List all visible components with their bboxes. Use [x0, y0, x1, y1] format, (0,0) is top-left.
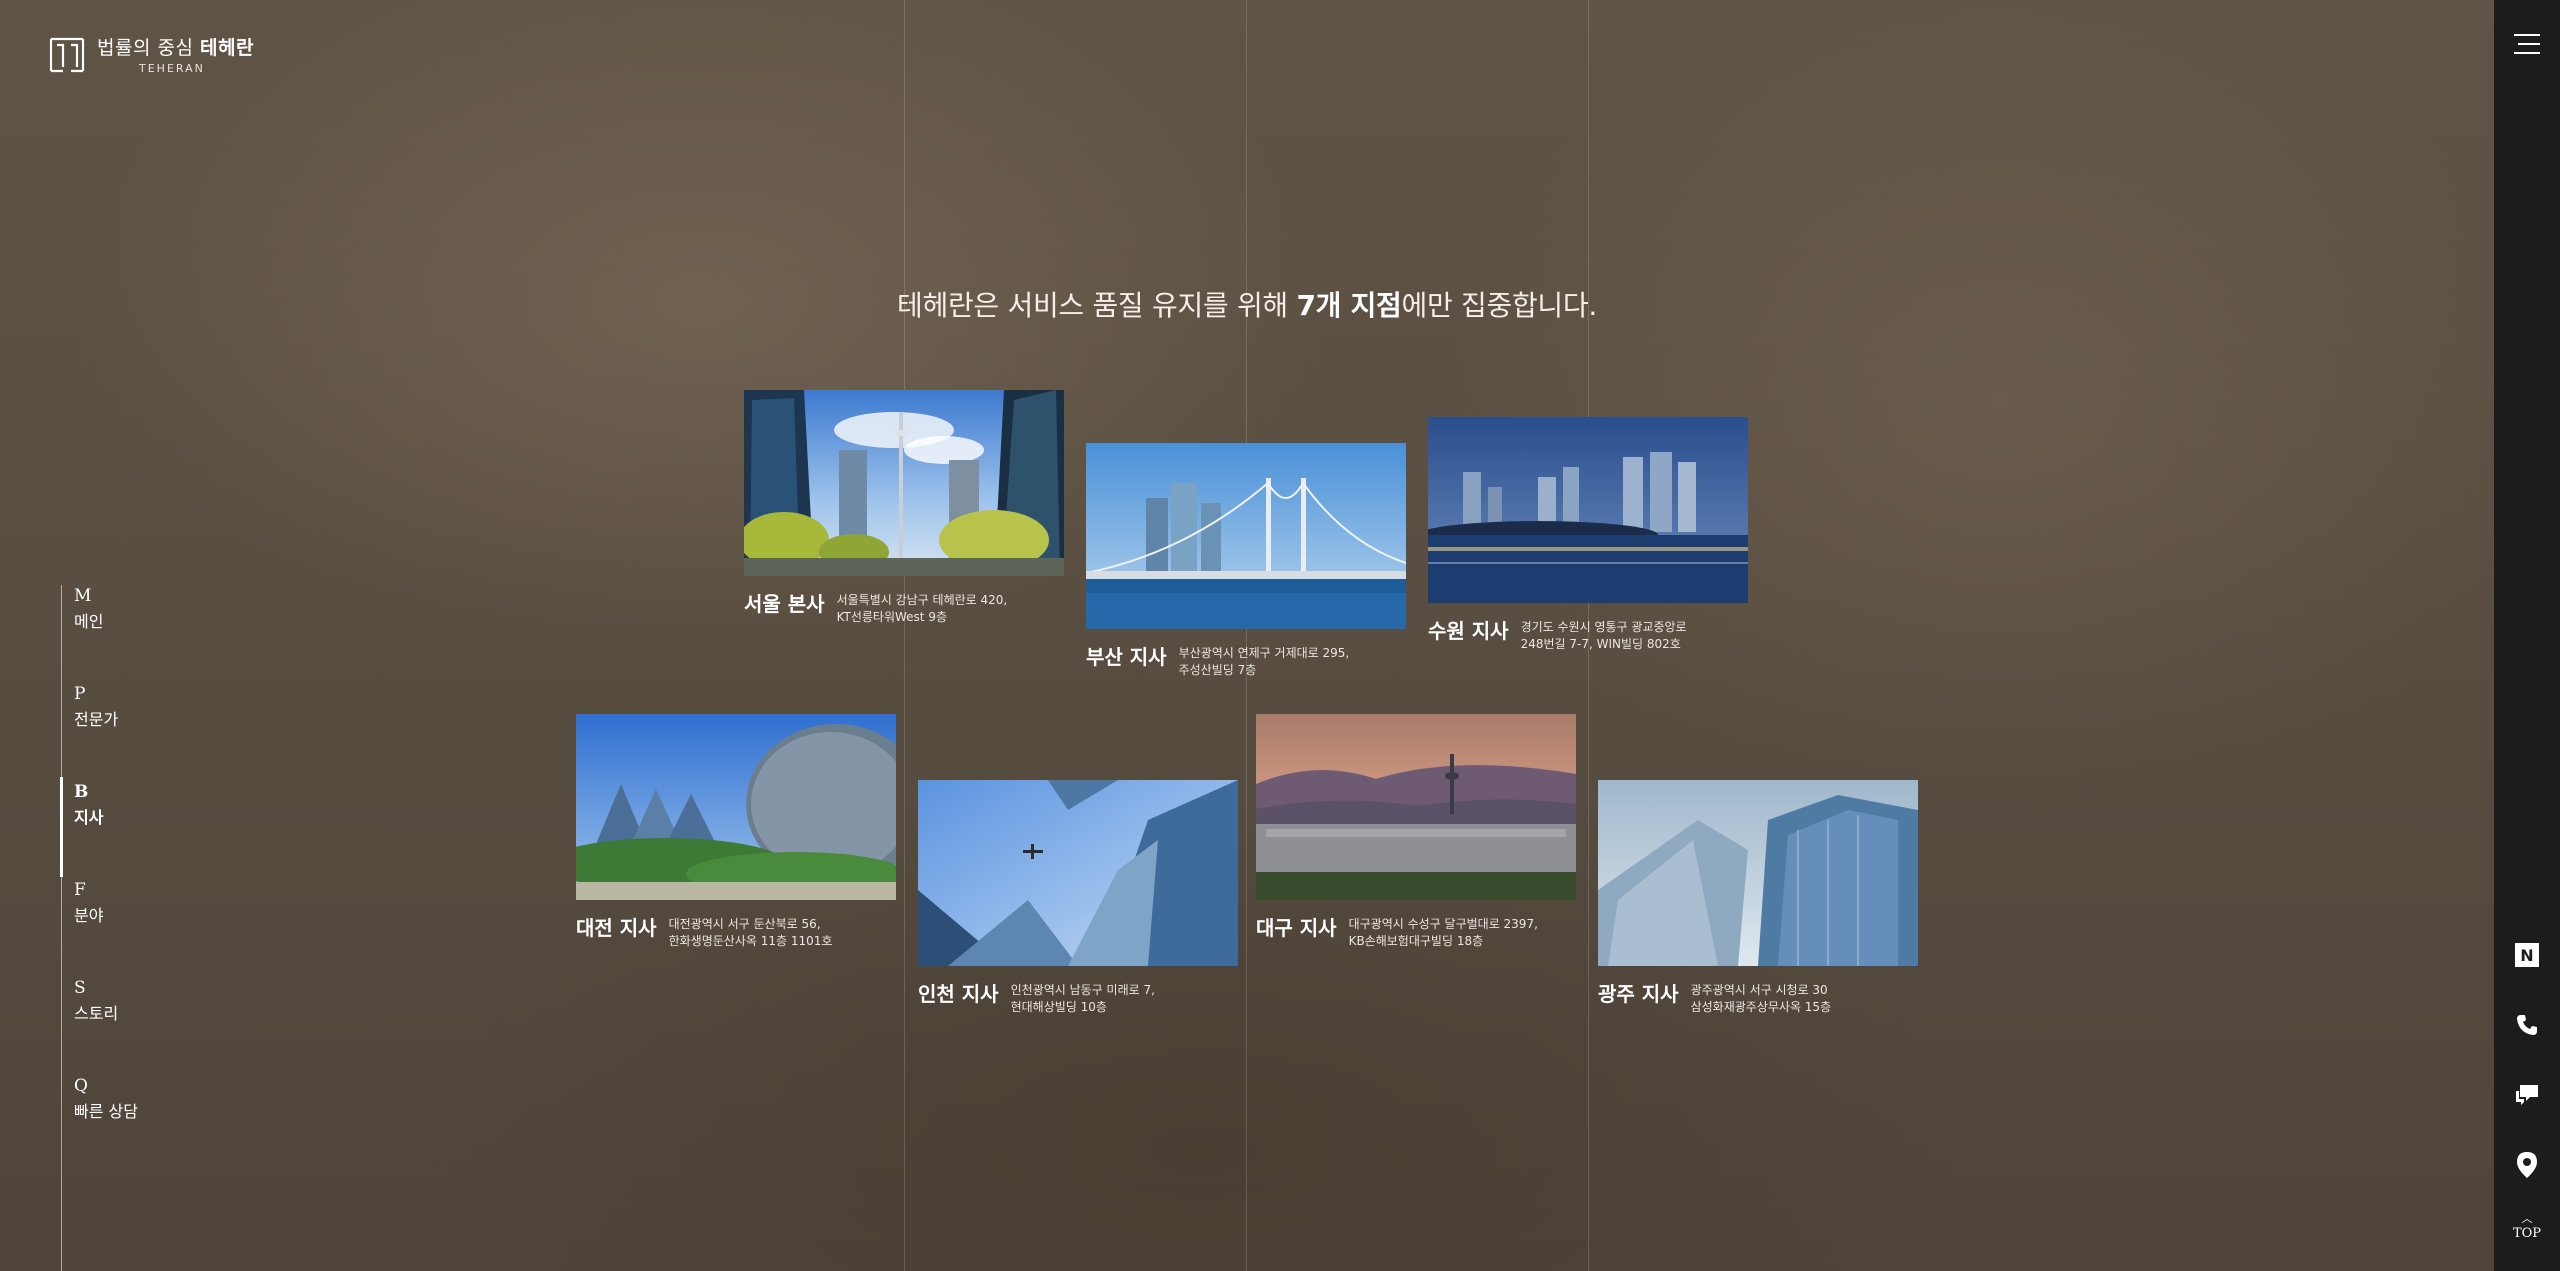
branch-address-line1: 대구광역시 수성구 달구벌대로 2397, [1348, 917, 1538, 931]
logo-subtitle: TEHERAN [139, 62, 205, 75]
branch-address-line2: KT선릉타워West 9층 [836, 610, 947, 624]
branch-photo-incheon [918, 780, 1238, 966]
branch-address: 서울특별시 강남구 테헤란로 420, KT선릉타워West 9층 [837, 592, 1008, 626]
section-headline: 테헤란은 서비스 품질 유지를 위해 7개 지점에만 집중합니다. [0, 284, 2494, 324]
nav-item-experts[interactable]: P 전문가 [61, 683, 118, 767]
branch-name: 서울 본사 [744, 592, 825, 616]
branch-address-line2: 한화생명둔산사옥 11층 1101호 [668, 934, 833, 948]
nav-item-story[interactable]: S 스토리 [61, 977, 118, 1061]
logo-title-light: 법률의 중심 [97, 37, 194, 59]
logo-title: 법률의 중심 테헤란 [97, 33, 254, 60]
headline-text-end: 에만 집중합니다. [1401, 289, 1598, 322]
nav-label: 전문가 [74, 710, 119, 729]
nav-item-quick-consult[interactable]: Q 빠른 상담 [61, 1075, 138, 1159]
branch-name: 수원 지사 [1428, 619, 1509, 643]
naver-blog-icon[interactable]: N [2514, 942, 2540, 968]
branch-address-line2: KB손해보험대구빌딩 18층 [1348, 934, 1484, 948]
top-label: TOP [2512, 1226, 2542, 1241]
branch-address-line1: 대전광역시 서구 둔산북로 56, [668, 917, 821, 931]
branch-photo-seoul [744, 390, 1064, 576]
nav-label: 지사 [74, 808, 104, 827]
branch-card-busan[interactable]: 부산 지사 부산광역시 연제구 거제대로 295, 주성산빌딩 7층 [1086, 443, 1406, 679]
location-pin-icon[interactable] [2514, 1152, 2540, 1178]
chat-icon[interactable] [2514, 1082, 2540, 1108]
branch-address: 대전광역시 서구 둔산북로 56, 한화생명둔산사옥 11층 1101호 [669, 916, 833, 950]
branch-photo-daejeon [576, 714, 896, 900]
branch-address-line2: 주성산빌딩 7층 [1178, 663, 1257, 677]
svg-text:N: N [2520, 946, 2533, 965]
guide-line [904, 0, 905, 1271]
branch-card-seoul[interactable]: 서울 본사 서울특별시 강남구 테헤란로 420, KT선릉타워West 9층 [744, 390, 1064, 626]
branch-address-line1: 광주광역시 서구 시청로 30 [1690, 983, 1828, 997]
branch-name: 부산 지사 [1086, 645, 1167, 669]
scroll-top-button[interactable]: ︿ TOP [2494, 1212, 2560, 1241]
branch-address-line2: 현대해상빌딩 10층 [1010, 1000, 1107, 1014]
branch-address-line1: 서울특별시 강남구 테헤란로 420, [836, 593, 1008, 607]
nav-letter: Q [74, 1076, 88, 1096]
logo-mark-icon [49, 37, 85, 73]
logo[interactable]: 법률의 중심 테헤란 TEHERAN [49, 33, 254, 75]
branch-card-suwon[interactable]: 수원 지사 경기도 수원시 영통구 광교중앙로 248번길 7-7, WIN빌딩… [1428, 417, 1748, 653]
nav-letter: F [74, 880, 86, 900]
branch-card-gwangju[interactable]: 광주 지사 광주광역시 서구 시청로 30 삼성화재광주상무사옥 15층 [1598, 780, 1918, 1016]
branch-photo-busan [1086, 443, 1406, 629]
nav-label: 메인 [74, 612, 104, 631]
branch-address: 인천광역시 남동구 미래로 7, 현대해상빌딩 10층 [1011, 982, 1155, 1016]
nav-label: 분야 [74, 906, 104, 925]
chevron-up-icon: ︿ [2521, 1212, 2533, 1225]
headline-text: 테헤란은 서비스 품질 유지를 위해 [897, 289, 1297, 322]
branch-address: 대구광역시 수성구 달구벌대로 2397, KB손해보험대구빌딩 18층 [1349, 916, 1538, 950]
branch-name: 대구 지사 [1256, 916, 1337, 940]
nav-item-main[interactable]: M 메인 [61, 585, 103, 669]
branch-card-incheon[interactable]: 인천 지사 인천광역시 남동구 미래로 7, 현대해상빌딩 10층 [918, 780, 1238, 1016]
nav-label: 스토리 [74, 1004, 119, 1023]
logo-title-bold: 테헤란 [200, 37, 254, 59]
branch-address-line1: 경기도 수원시 영통구 광교중앙로 [1520, 620, 1687, 634]
phone-icon[interactable] [2514, 1012, 2540, 1038]
branch-name: 대전 지사 [576, 916, 657, 940]
branch-photo-daegu [1256, 714, 1576, 900]
branch-address: 광주광역시 서구 시청로 30 삼성화재광주상무사옥 15층 [1691, 982, 1832, 1016]
headline-highlight: 7개 지점 [1296, 289, 1402, 322]
nav-letter: S [74, 978, 86, 998]
branch-photo-gwangju [1598, 780, 1918, 966]
branch-address-line2: 삼성화재광주상무사옥 15층 [1690, 1000, 1832, 1014]
nav-label: 빠른 상담 [74, 1102, 138, 1121]
nav-letter: B [74, 782, 89, 802]
menu-icon[interactable] [2514, 34, 2540, 56]
branch-address-line2: 248번길 7-7, WIN빌딩 802호 [1520, 637, 1681, 651]
nav-item-fields[interactable]: F 분야 [61, 879, 103, 963]
branch-address-line1: 인천광역시 남동구 미래로 7, [1010, 983, 1155, 997]
branch-name: 광주 지사 [1598, 982, 1679, 1006]
right-quick-bar: N ︿ TOP [2494, 0, 2560, 1271]
branch-photo-suwon [1428, 417, 1748, 603]
branch-card-daegu[interactable]: 대구 지사 대구광역시 수성구 달구벌대로 2397, KB손해보험대구빌딩 1… [1256, 714, 1576, 950]
branch-address: 부산광역시 연제구 거제대로 295, 주성산빌딩 7층 [1179, 645, 1350, 679]
branch-address: 경기도 수원시 영통구 광교중앙로 248번길 7-7, WIN빌딩 802호 [1521, 619, 1687, 653]
nav-letter: M [74, 586, 92, 606]
branch-address-line1: 부산광역시 연제구 거제대로 295, [1178, 646, 1350, 660]
branch-card-daejeon[interactable]: 대전 지사 대전광역시 서구 둔산북로 56, 한화생명둔산사옥 11층 110… [576, 714, 896, 950]
branch-name: 인천 지사 [918, 982, 999, 1006]
nav-letter: P [74, 684, 86, 704]
nav-item-branches[interactable]: B 지사 [59, 777, 104, 877]
